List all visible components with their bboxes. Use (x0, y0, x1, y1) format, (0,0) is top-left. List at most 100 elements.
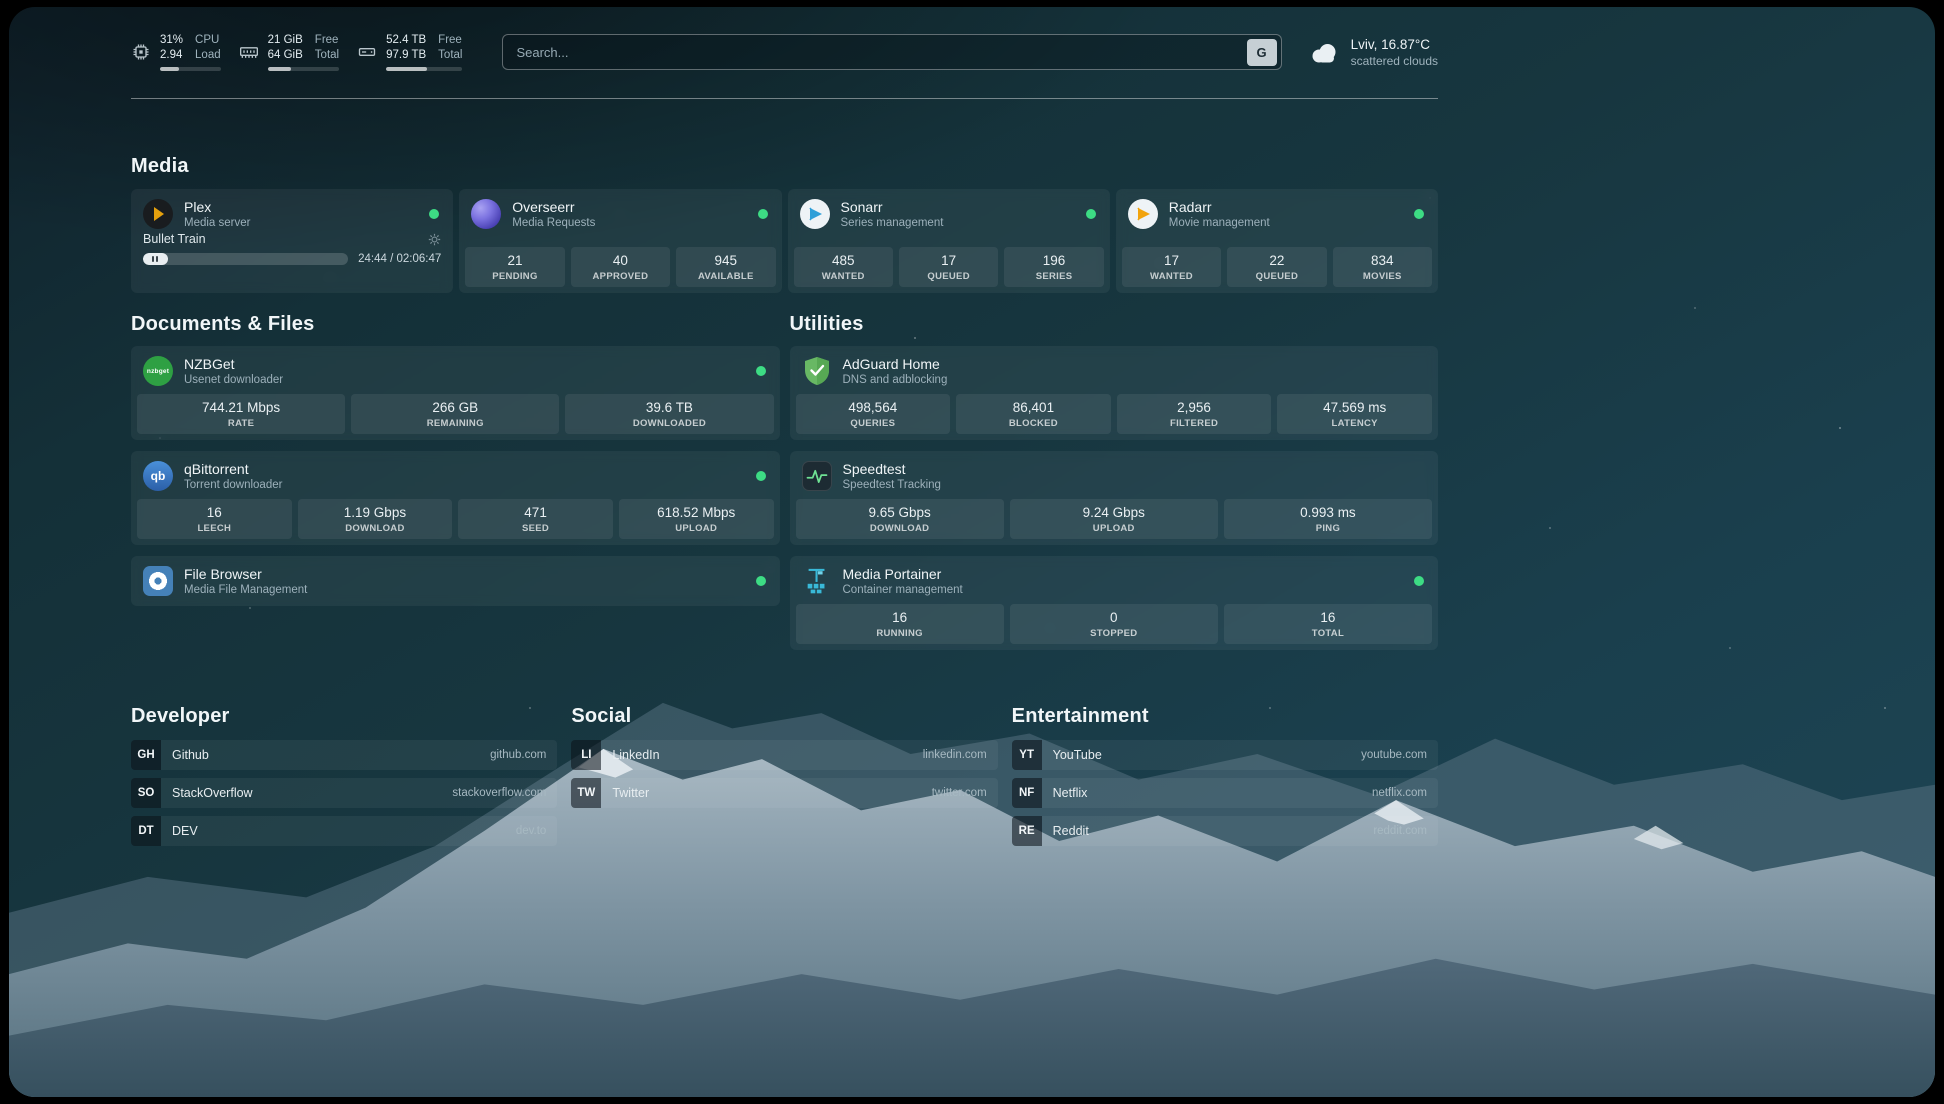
stat-ping: 0.993 msPING (1224, 499, 1432, 539)
stat-upload: 9.24 GbpsUPLOAD (1010, 499, 1218, 539)
bookmark-url: reddit.com (1373, 825, 1427, 837)
service-desc: Usenet downloader (184, 374, 283, 386)
background-specks (9, 7, 11, 9)
cpu-progress-bar (160, 67, 221, 71)
status-dot (429, 209, 439, 219)
service-card-speedtest[interactable]: Speedtest Speedtest Tracking 9.65 GbpsDO… (790, 451, 1439, 545)
service-card-plex[interactable]: Plex Media server Bullet Train 24:44 / 0 (131, 189, 453, 293)
bookmark-name: Netflix (1053, 786, 1088, 800)
cloud-icon (1308, 41, 1340, 64)
bookmark-reddit[interactable]: RE Reddit reddit.com (1012, 816, 1438, 846)
plex-progress-track[interactable] (143, 253, 348, 265)
bookmark-netflix[interactable]: NF Netflix netflix.com (1012, 778, 1438, 808)
service-name: NZBGet (184, 356, 283, 372)
filebrowser-icon (143, 566, 173, 596)
bookmark-name: Github (172, 748, 209, 762)
bookmark-dev[interactable]: DT DEV dev.to (131, 816, 557, 846)
pause-indicator (143, 253, 168, 265)
bookmark-linkedin[interactable]: LI LinkedIn linkedin.com (571, 740, 997, 770)
bookmark-stackoverflow[interactable]: SO StackOverflow stackoverflow.com (131, 778, 557, 808)
bookmark-abbr: NF (1012, 778, 1042, 808)
section-title-developer: Developer (131, 705, 557, 728)
bookmarks-entertainment: Entertainment YT YouTube youtube.com NF … (1012, 705, 1438, 854)
playback-time: 24:44 / 02:06:47 (358, 253, 441, 265)
service-name: Media Portainer (843, 566, 963, 582)
stat-blocked: 86,401BLOCKED (956, 394, 1111, 434)
disk-total-label: Total (438, 48, 462, 63)
search-provider-button[interactable]: G (1247, 39, 1277, 66)
stat-running: 16RUNNING (796, 604, 1004, 644)
bookmark-youtube[interactable]: YT YouTube youtube.com (1012, 740, 1438, 770)
adguard-icon (802, 356, 832, 386)
stat-pending: 21PENDING (465, 247, 564, 287)
section-title-documents: Documents & Files (131, 313, 780, 336)
stat-rate: 744.21 MbpsRATE (137, 394, 345, 434)
disk-free-label: Free (438, 33, 462, 48)
service-card-filebrowser[interactable]: File Browser Media File Management (131, 556, 780, 606)
stat-stopped: 0STOPPED (1010, 604, 1218, 644)
status-dot (756, 366, 766, 376)
service-card-radarr[interactable]: Radarr Movie management 17WANTED 22QUEUE… (1116, 189, 1438, 293)
memory-widget[interactable]: 21 GiB 64 GiB Free Total (239, 33, 339, 71)
status-dot (1086, 209, 1096, 219)
status-dot (756, 471, 766, 481)
service-name: qBittorrent (184, 461, 282, 477)
service-card-qbittorrent[interactable]: qb qBittorrent Torrent downloader 16LEEC… (131, 451, 780, 545)
media-card-grid: Plex Media server Bullet Train 24:44 / 0 (131, 189, 1438, 293)
memory-free-value: 21 GiB (268, 33, 303, 48)
bookmark-name: Reddit (1053, 824, 1089, 838)
plex-icon (143, 199, 173, 229)
service-card-adguard[interactable]: AdGuard Home DNS and adblocking 498,564Q… (790, 346, 1439, 440)
service-name: File Browser (184, 566, 307, 582)
bookmark-name: StackOverflow (172, 786, 253, 800)
service-name: Overseerr (512, 199, 595, 215)
stat-download: 1.19 GbpsDOWNLOAD (298, 499, 453, 539)
bookmark-url: linkedin.com (923, 749, 987, 761)
service-desc: Series management (841, 217, 944, 229)
gear-icon[interactable] (428, 233, 441, 246)
bookmark-name: Twitter (612, 786, 649, 800)
bookmark-name: LinkedIn (612, 748, 659, 762)
service-desc: DNS and adblocking (843, 374, 948, 386)
bookmark-github[interactable]: GH Github github.com (131, 740, 557, 770)
cpu-label: CPU (195, 33, 221, 48)
disk-drive-icon (357, 42, 377, 62)
search-input[interactable] (516, 45, 1246, 60)
service-name: Radarr (1169, 199, 1270, 215)
weather-location: Lviv, 16.87°C (1351, 37, 1438, 52)
service-card-overseerr[interactable]: Overseerr Media Requests 21PENDING 40APP… (459, 189, 781, 293)
status-dot (1414, 209, 1424, 219)
stat-total: 16TOTAL (1224, 604, 1432, 644)
stat-queued: 17QUEUED (899, 247, 998, 287)
service-card-nzbget[interactable]: nzbget NZBGet Usenet downloader 744.21 M… (131, 346, 780, 440)
service-desc: Speedtest Tracking (843, 479, 941, 491)
stat-upload: 618.52 MbpsUPLOAD (619, 499, 774, 539)
stat-leech: 16LEECH (137, 499, 292, 539)
bookmark-abbr: LI (571, 740, 601, 770)
bookmarks-developer: Developer GH Github github.com SO StackO… (131, 705, 557, 854)
cpu-widget[interactable]: 31% 2.94 CPU Load (131, 33, 221, 71)
stat-queries: 498,564QUERIES (796, 394, 951, 434)
section-title-utilities: Utilities (790, 313, 1439, 336)
memory-total-value: 64 GiB (268, 48, 303, 63)
cpu-chip-icon (131, 42, 151, 62)
stat-movies: 834MOVIES (1333, 247, 1432, 287)
status-dot (1414, 576, 1424, 586)
portainer-icon (802, 566, 832, 596)
weather-widget[interactable]: Lviv, 16.87°C scattered clouds (1308, 37, 1438, 68)
service-name: Plex (184, 199, 250, 215)
status-dot (758, 209, 768, 219)
bookmark-twitter[interactable]: TW Twitter twitter.com (571, 778, 997, 808)
stat-filtered: 2,956FILTERED (1117, 394, 1272, 434)
section-title-media: Media (131, 155, 1438, 178)
service-card-sonarr[interactable]: Sonarr Series management 485WANTED 17QUE… (788, 189, 1110, 293)
radarr-icon (1128, 199, 1158, 229)
bookmark-abbr: SO (131, 778, 161, 808)
service-name: AdGuard Home (843, 356, 948, 372)
documents-column: Documents & Files nzbget NZBGet Usenet d… (131, 313, 780, 661)
disk-widget[interactable]: 52.4 TB 97.9 TB Free Total (357, 33, 462, 71)
service-card-portainer[interactable]: Media Portainer Container management 16R… (790, 556, 1439, 650)
bookmark-abbr: GH (131, 740, 161, 770)
bookmarks-social: Social LI LinkedIn linkedin.com TW Twitt… (571, 705, 997, 854)
search-bar[interactable]: G (502, 34, 1281, 70)
